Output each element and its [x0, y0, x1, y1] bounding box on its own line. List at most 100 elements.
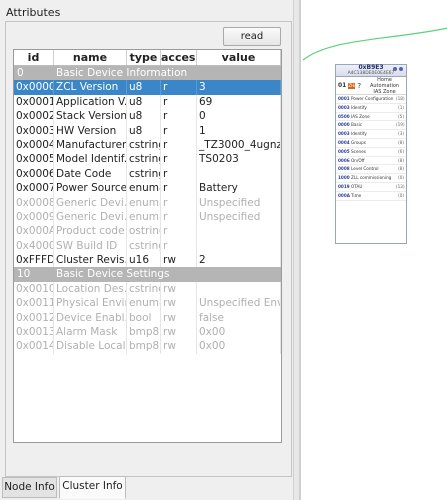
cell-type: ostring — [127, 224, 161, 239]
cell-id: 0x0010 — [16, 281, 54, 297]
cluster-row[interactable]: 0005 Scenes (6) — [336, 148, 406, 157]
cell-access: r — [161, 123, 197, 138]
splitter-handle[interactable] — [293, 0, 300, 500]
node-status-dots — [393, 67, 403, 71]
table-row[interactable]: 0x0009Generic Devi...enum8rUnspecified — [14, 209, 281, 225]
cell-name: Manufacturer... — [56, 137, 127, 153]
node-header[interactable]: 0xB9E3 A4C138DE0E0E4E67 — [336, 65, 406, 77]
cell-name: Product code — [54, 224, 127, 239]
cluster-id: 000A — [338, 192, 350, 198]
cluster-name: ZLL commissioning — [351, 175, 392, 181]
column-header-access[interactable]: access — [161, 50, 197, 65]
table-row[interactable]: 0x0008Generic Devi...enum8rUnspecified — [14, 195, 281, 210]
cell-access: r — [161, 238, 197, 254]
profile-badge-icon: ZHA — [348, 82, 357, 89]
table-row[interactable]: 0x0001 Application V... u8 r 69 — [14, 94, 281, 110]
cluster-row[interactable]: 0001 Power Configuration (18) — [336, 95, 406, 104]
table-row[interactable]: 0x0003 HW Version u8 r 1 — [14, 123, 281, 138]
cluster-row[interactable]: 0006 On/Off (8) — [336, 157, 406, 166]
device-node[interactable]: 0xB9E3 A4C138DE0E0E4E67 01 ZHA ? Home Au… — [335, 64, 407, 244]
cluster-name: Time — [351, 192, 362, 198]
column-header-value[interactable]: value — [197, 50, 281, 65]
cluster-attribute-count: (8) — [398, 139, 404, 145]
cell-type: enum8 — [129, 296, 161, 311]
cell-value: 69 — [197, 94, 281, 110]
attributes-table[interactable]: id name type access value 0 Basic Device … — [13, 49, 282, 443]
cluster-row[interactable]: 0003 Identify (3) — [336, 130, 406, 139]
cluster-attribute-count: (0) — [398, 192, 404, 198]
cell-type: u8 — [127, 94, 161, 110]
column-header-type[interactable]: type — [127, 50, 161, 65]
node-endpoint[interactable]: 01 ZHA ? Home Automation IAS Zone — [336, 77, 406, 95]
cluster-row[interactable]: 0500 IAS Zone (5) — [336, 113, 406, 122]
group-label: Basic Device Settings — [56, 268, 170, 281]
cluster-row[interactable]: 0000 Basic (19) — [336, 121, 406, 131]
table-row[interactable]: 0x0005Model Identif...cstringrTS0203 — [14, 152, 281, 167]
cluster-name: Identify — [351, 104, 367, 110]
cluster-attribute-count: (3) — [398, 131, 404, 137]
cell-type: enum8 — [129, 195, 161, 210]
cell-id: 0x0008 — [16, 195, 54, 210]
cell-access: rw — [161, 253, 197, 268]
cluster-id: 0005 — [338, 148, 350, 154]
tab-node-info[interactable]: Node Info — [2, 477, 57, 498]
cell-access: r — [161, 80, 197, 95]
cell-id: 0x0013 — [16, 325, 54, 340]
table-row[interactable]: 0x0011Physical Envir...enum8rwUnspecifie… — [14, 296, 281, 311]
cell-id: 0x4000 — [16, 238, 54, 254]
cell-name: Alarm Mask — [54, 325, 127, 340]
column-header-name[interactable]: name — [54, 50, 127, 65]
cell-name: HW Version — [54, 123, 127, 138]
cluster-row[interactable]: 0008 Level Control (8) — [336, 165, 406, 175]
table-row[interactable]: 0x0006Date Codecstringr — [14, 166, 281, 182]
cluster-row[interactable]: 1000 ZLL commissioning (0) — [336, 174, 406, 183]
table-row[interactable]: 0x0004Manufacturer...cstringr_TZ3000_4ug… — [14, 137, 281, 153]
table-row[interactable]: 0x0010Location Des...cstringrw — [14, 281, 281, 297]
table-row[interactable]: 0x4000SW Build IDcstringr — [14, 238, 281, 254]
table-row[interactable]: 0xFFFD Cluster Revis... u16 rw 2 — [14, 253, 281, 268]
cluster-name: On/Off — [351, 157, 365, 163]
cluster-id: 0006 — [338, 157, 350, 163]
cell-name: Cluster Revis... — [56, 253, 127, 268]
cluster-id: 0004 — [338, 139, 350, 145]
table-group-row[interactable]: 0 Basic Device Information — [14, 66, 281, 81]
cell-value: 0x00 — [197, 325, 281, 340]
table-row[interactable]: 0x0014Disable Local...bmp8rw0x00 — [14, 339, 281, 354]
table-row[interactable]: 0x0013 Alarm Mask bmp8 rw 0x00 — [14, 325, 281, 340]
table-row[interactable]: 0x000AProduct codeostringr — [14, 224, 281, 239]
table-row[interactable]: 0x0007Power Sourceenum8rBattery — [14, 181, 281, 196]
cluster-row[interactable]: 000A Time (0) — [336, 192, 406, 201]
cell-access: rw — [161, 310, 197, 326]
cluster-row[interactable]: 0003 Identify (1) — [336, 104, 406, 113]
cluster-name: Scenes — [351, 148, 366, 154]
cell-type: cstring — [127, 152, 161, 167]
cell-id: 0x0012 — [16, 310, 54, 326]
cell-name: Model Identif... — [56, 152, 127, 167]
cell-name: Physical Envir... — [54, 296, 127, 311]
cell-name: Location Des... — [56, 281, 127, 297]
cell-id: 0x0004 — [16, 137, 54, 153]
cell-value — [197, 224, 281, 239]
cell-type: cstring — [127, 281, 161, 297]
column-header-id[interactable]: id — [14, 50, 54, 65]
read-button[interactable]: read — [223, 27, 281, 46]
cell-id: 0x0000 — [16, 80, 54, 95]
cluster-id: 0003 — [338, 131, 350, 137]
cluster-name: Basic — [351, 122, 363, 128]
node-graph-canvas[interactable]: 0xB9E3 A4C138DE0E0E4E67 01 ZHA ? Home Au… — [300, 0, 447, 500]
cell-id: 0xFFFD — [16, 253, 54, 268]
cluster-attribute-count: (0) — [398, 175, 404, 181]
table-group-row[interactable]: 10 Basic Device Settings — [14, 267, 281, 282]
table-header: id name type access value — [14, 50, 281, 66]
cluster-attribute-count: (8) — [398, 157, 404, 163]
tab-cluster-info[interactable]: Cluster Info — [59, 476, 126, 499]
cell-access: r — [161, 181, 197, 196]
table-row[interactable]: 0x0002 Stack Version u8 r 0 — [14, 109, 281, 124]
cell-access: r — [161, 195, 197, 210]
table-row[interactable]: 0x0012 Device Enabl... bool rw false — [14, 310, 281, 326]
cell-value — [197, 238, 281, 254]
cluster-row[interactable]: 0004 Groups (8) — [336, 139, 406, 148]
table-row[interactable]: 0x0000 ZCL Version u8 r 3 — [14, 80, 281, 95]
cluster-row[interactable]: 0019 OTAU (13) — [336, 183, 406, 192]
cluster-name: OTAU — [351, 183, 363, 189]
